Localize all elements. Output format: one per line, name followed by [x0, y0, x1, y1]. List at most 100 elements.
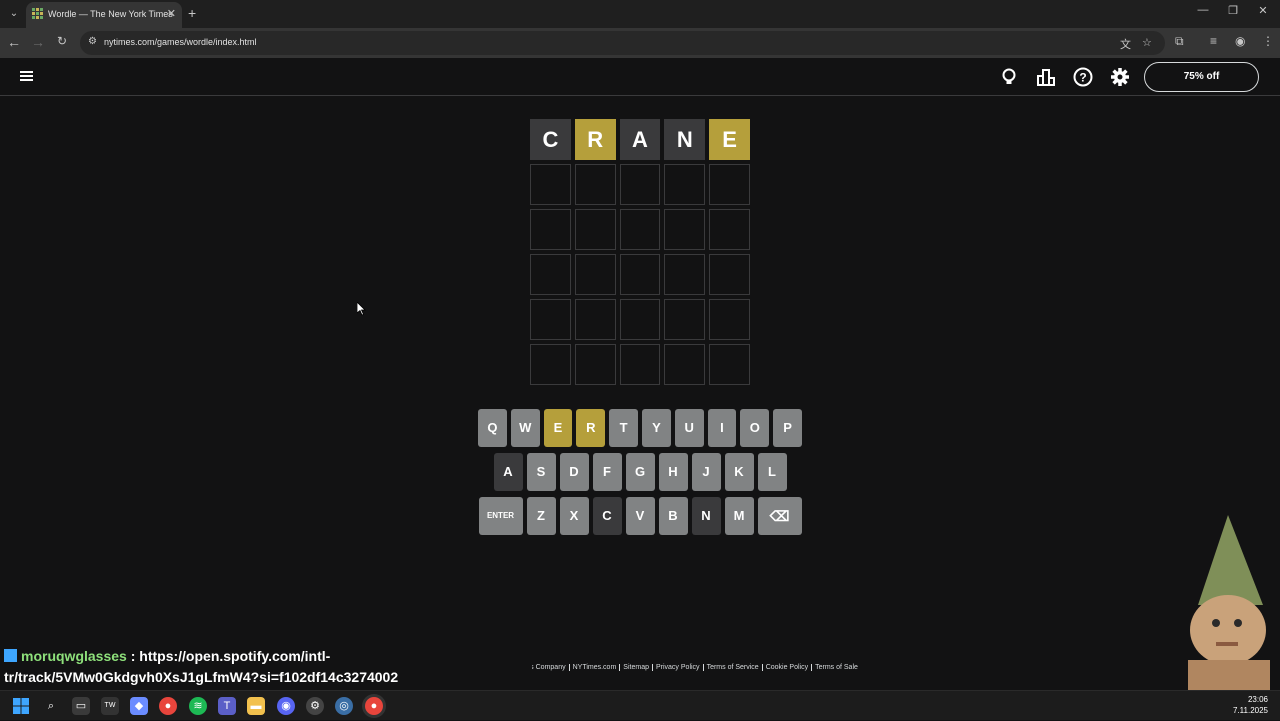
board-tile — [664, 299, 706, 340]
key-z[interactable]: Z — [526, 497, 556, 535]
spotify-icon[interactable]: ≋ — [189, 697, 207, 715]
chrome-active-icon[interactable]: ● — [365, 697, 383, 715]
key-s[interactable]: S — [526, 453, 556, 491]
key-c[interactable]: C — [592, 497, 622, 535]
key-h[interactable]: H — [658, 453, 688, 491]
system-clock[interactable]: 23:06 7.11.2025 — [1233, 694, 1268, 716]
board-row — [530, 299, 750, 340]
key-q[interactable]: Q — [478, 409, 507, 447]
footer-link[interactable]: Sitemap — [620, 664, 653, 671]
reload-icon[interactable]: ↻ — [52, 34, 72, 48]
keyboard-row: QWERTYUIOP — [478, 409, 802, 447]
hamburger-menu-icon[interactable] — [20, 71, 33, 82]
key-g[interactable]: G — [625, 453, 655, 491]
key-l[interactable]: L — [757, 453, 787, 491]
hint-lightbulb-icon[interactable] — [998, 66, 1020, 88]
forward-icon[interactable]: → — [28, 34, 48, 50]
enter-key[interactable]: ENTER — [478, 497, 523, 535]
key-j[interactable]: J — [691, 453, 721, 491]
chat-overlay: moruqwglasses : https://open.spotify.com… — [0, 643, 532, 689]
key-f[interactable]: F — [592, 453, 622, 491]
key-r[interactable]: R — [576, 409, 606, 447]
site-info-icon[interactable]: ⚙ — [88, 36, 97, 47]
key-p[interactable]: P — [773, 409, 802, 447]
key-a[interactable]: A — [493, 453, 523, 491]
chat-badge-icon — [4, 649, 17, 662]
footer-link[interactable]: NYTimes.com — [569, 664, 621, 671]
board-tile: N — [664, 119, 706, 160]
search-icon[interactable]: ⌕ — [42, 697, 60, 715]
discord-icon[interactable]: ◉ — [277, 697, 295, 715]
bookmark-star-icon[interactable]: ☆ — [1142, 36, 1152, 49]
wordle-favicon-icon — [32, 8, 43, 19]
new-tab-button[interactable]: + — [188, 5, 196, 21]
backspace-key[interactable]: ⌫ — [757, 497, 802, 535]
tab-close-icon[interactable]: ✕ — [167, 7, 176, 20]
steam-icon[interactable]: ⚙ — [306, 697, 324, 715]
back-icon[interactable]: ← — [4, 34, 24, 50]
keyboard-row: ENTER Z X C V B N M ⌫ — [478, 497, 802, 535]
svg-text:?: ? — [1079, 71, 1086, 85]
key-v[interactable]: V — [625, 497, 655, 535]
key-m[interactable]: M — [724, 497, 754, 535]
close-window-button[interactable]: ✕ — [1248, 4, 1278, 17]
key-b[interactable]: B — [658, 497, 688, 535]
board-tile — [574, 344, 616, 385]
board-tile: E — [709, 119, 750, 160]
browser-tab-bar: ⌄ Wordle — The New York Times ✕ + — ❐ ✕ — [0, 0, 1280, 28]
tab-search-icon[interactable]: ⌄ — [6, 6, 22, 22]
footer-link[interactable]: Privacy Policy — [652, 664, 704, 671]
key-i[interactable]: I — [707, 409, 737, 447]
url-text[interactable]: nytimes.com/games/wordle/index.html — [104, 37, 257, 47]
board-tile — [664, 344, 706, 385]
game-board: CRANE — [530, 119, 750, 389]
key-d[interactable]: D — [559, 453, 589, 491]
media-control-icon[interactable]: ≡ — [1210, 34, 1217, 48]
windows-start-icon[interactable] — [12, 697, 30, 715]
minimize-button[interactable]: — — [1188, 4, 1218, 16]
key-y[interactable]: Y — [642, 409, 671, 447]
file-explorer-icon[interactable]: ▬ — [247, 697, 265, 715]
browser-app-icon[interactable]: ◎ — [335, 697, 353, 715]
profile-avatar-icon[interactable]: ◉ — [1235, 34, 1245, 48]
footer-link[interactable]: Cookie Policy — [762, 664, 813, 671]
task-view-icon[interactable]: ▭ — [72, 697, 90, 715]
board-tile — [709, 164, 750, 205]
copilot-icon[interactable]: ◆ — [130, 697, 148, 715]
settings-gear-icon[interactable] — [1109, 66, 1131, 88]
footer-link[interactable]: Terms of Service — [703, 664, 763, 671]
chat-message-continuation: tr/track/5VMw0Gkdgvh0XsJ1gLfmW4?si=f102d… — [4, 669, 399, 685]
keyboard-row: ASDFGHJKL — [478, 453, 802, 491]
board-tile — [574, 164, 616, 205]
board-row — [530, 209, 750, 250]
twitch-app-icon[interactable]: TW — [101, 697, 119, 715]
address-bar[interactable]: ⚙ nytimes.com/games/wordle/index.html 文 … — [80, 31, 1165, 55]
help-icon[interactable]: ? — [1072, 66, 1094, 88]
key-o[interactable]: O — [740, 409, 770, 447]
key-n[interactable]: N — [691, 497, 721, 535]
key-x[interactable]: X — [559, 497, 589, 535]
board-row: CRANE — [530, 119, 750, 160]
footer-link[interactable]: Terms of Sale — [812, 664, 861, 671]
subscribe-offer-button[interactable]: 75% off — [1144, 62, 1259, 92]
statistics-icon[interactable] — [1035, 66, 1057, 88]
browser-tab[interactable]: Wordle — The New York Times ✕ — [26, 2, 182, 28]
key-w[interactable]: W — [510, 409, 540, 447]
key-k[interactable]: K — [724, 453, 754, 491]
key-u[interactable]: U — [674, 409, 704, 447]
extensions-icon[interactable]: ⧉ — [1175, 34, 1184, 49]
board-tile: R — [574, 119, 616, 160]
chrome-icon[interactable]: ● — [159, 697, 177, 715]
board-tile — [664, 209, 706, 250]
translate-icon[interactable]: 文 — [1120, 36, 1131, 52]
menu-kebab-icon[interactable]: ⋮ — [1262, 34, 1274, 48]
board-tile — [709, 209, 750, 250]
teams-icon[interactable]: T — [218, 697, 236, 715]
restore-button[interactable]: ❐ — [1218, 4, 1248, 17]
board-tile — [619, 299, 661, 340]
board-tile — [664, 254, 706, 295]
key-e[interactable]: E — [543, 409, 573, 447]
key-t[interactable]: T — [609, 409, 638, 447]
chat-username: moruqwglasses — [21, 648, 127, 664]
windows-taskbar: ⌕ ▭ TW ◆ ● ≋ T ▬ ◉ ⚙ ◎ ● 23:06 7.11.2025 — [0, 690, 1280, 720]
